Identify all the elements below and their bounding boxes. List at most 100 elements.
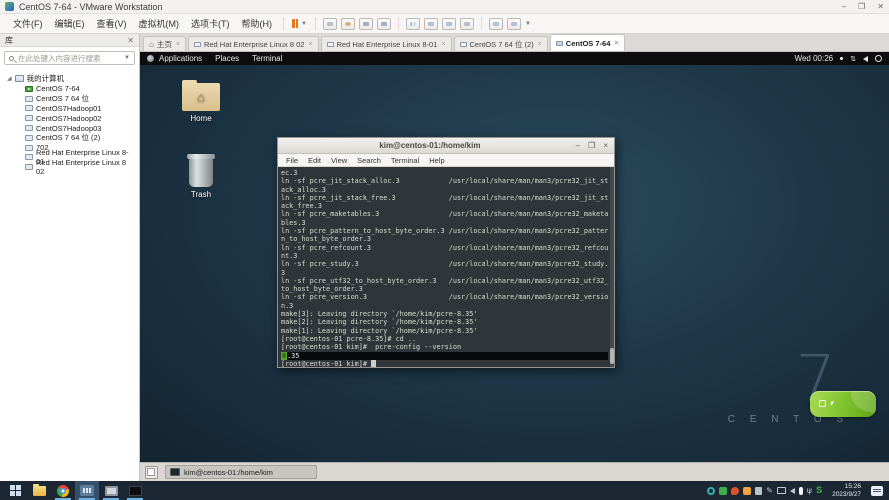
show-library-icon[interactable] xyxy=(406,18,420,30)
notification-toast[interactable] xyxy=(810,391,876,417)
menu-file[interactable]: 文件(F) xyxy=(7,17,49,30)
sidebar-item-centos7-64bit[interactable]: CentOS 7 64 位 xyxy=(3,94,136,104)
sidebar-item-hadoop02[interactable]: CentOS7Hadoop02 xyxy=(3,113,136,123)
remote-app-button[interactable] xyxy=(99,481,123,500)
tab-close-icon[interactable]: × xyxy=(176,41,180,48)
scrollbar-thumb[interactable] xyxy=(610,348,614,364)
library-search-input[interactable]: 在此处键入内容进行搜索 ▼ xyxy=(4,51,135,65)
taskbar-window-button[interactable]: kim@centos-01:/home/kim xyxy=(165,465,317,479)
desktop-icon-trash[interactable]: Trash xyxy=(165,157,237,199)
display-tray-icon[interactable] xyxy=(777,487,786,494)
notification-center-icon[interactable] xyxy=(871,486,883,496)
chrome-button[interactable] xyxy=(51,481,75,500)
tab-close-icon[interactable]: × xyxy=(308,41,312,48)
gnome-desktop[interactable]: Home Trash 7 C E N T O S xyxy=(140,65,889,462)
tab-close-icon[interactable]: × xyxy=(614,40,618,47)
tray-icon[interactable] xyxy=(743,487,751,495)
usb-tray-icon[interactable]: ψ xyxy=(807,487,812,495)
tray-icon[interactable] xyxy=(707,487,715,495)
terminal-minimize-button[interactable]: – xyxy=(576,141,580,150)
menu-tabs[interactable]: 选项卡(T) xyxy=(185,17,236,30)
menu-view[interactable]: 查看(V) xyxy=(91,17,133,30)
send-ctrl-alt-del-icon[interactable] xyxy=(323,18,337,30)
chevron-down-icon[interactable]: ▼ xyxy=(124,55,130,61)
terminal-menu-view[interactable]: View xyxy=(331,156,347,165)
tab-centos7-64bit-2[interactable]: CentOS 7 64 位 (2) × xyxy=(454,36,548,51)
tray-icon[interactable] xyxy=(731,487,739,495)
tab-home[interactable]: ⌂ 主页 × xyxy=(143,36,186,51)
file-explorer-button[interactable] xyxy=(27,481,51,500)
maximize-button[interactable]: ❐ xyxy=(858,2,865,11)
network-icon[interactable]: ⇅ xyxy=(850,55,856,63)
tray-icon[interactable]: S xyxy=(816,486,822,495)
collapse-icon[interactable]: ◢ xyxy=(7,75,12,82)
minimize-button[interactable]: – xyxy=(842,2,846,11)
clipboard-tray-icon[interactable] xyxy=(755,487,762,495)
volume-tray-icon[interactable] xyxy=(790,488,795,494)
vm-tab-bar: ⌂ 主页 × Red Hat Enterprise Linux 8 02 × R… xyxy=(140,34,889,52)
workspace-switcher-icon[interactable] xyxy=(145,466,158,479)
terminal-maximize-button[interactable]: ❒ xyxy=(588,141,595,150)
titlebar: CentOS 7-64 - VMware Workstation – ❐ ✕ xyxy=(0,0,889,14)
tree-root-my-computer[interactable]: ◢ 我的计算机 xyxy=(3,73,136,84)
snapshot-camera-icon[interactable] xyxy=(359,18,373,30)
menu-help[interactable]: 帮助(H) xyxy=(236,17,279,30)
vmware-taskbar-button[interactable] xyxy=(75,481,99,500)
tab-close-icon[interactable]: × xyxy=(538,41,542,48)
tray-icon[interactable] xyxy=(719,487,727,495)
display-settings-icon[interactable] xyxy=(507,18,521,30)
snapshot-clock-icon[interactable] xyxy=(341,18,355,30)
terminal-line: ln -sf pcre_refcount.3 /usr/local/share/… xyxy=(281,244,608,252)
close-button[interactable]: ✕ xyxy=(877,2,884,11)
microphone-tray-icon[interactable] xyxy=(799,487,803,495)
gnome-clock[interactable]: Wed 00:26 xyxy=(795,54,834,63)
terminal-line: to_host_byte_order.3 xyxy=(281,285,608,293)
sidebar-item-centos7-64bit-2[interactable]: CentOS 7 64 位 (2) xyxy=(3,133,136,143)
console-view-icon[interactable] xyxy=(489,18,503,30)
places-menu[interactable]: Places xyxy=(215,54,239,63)
volume-icon[interactable] xyxy=(863,56,868,62)
chevron-down-icon[interactable]: ▼ xyxy=(301,21,307,27)
terminal-line: n.3 xyxy=(281,302,608,310)
terminal-titlebar[interactable]: kim@centos-01:/home/kim – ❒ × xyxy=(278,138,614,154)
terminal-menu[interactable]: Terminal xyxy=(252,54,282,63)
console-app-button[interactable] xyxy=(123,481,147,500)
terminal-window[interactable]: kim@centos-01:/home/kim – ❒ × File Edit … xyxy=(277,137,615,368)
terminal-menu-edit[interactable]: Edit xyxy=(308,156,321,165)
home-folder-icon xyxy=(182,83,220,111)
tab-centos7-64-active[interactable]: CentOS 7-64 × xyxy=(550,34,625,51)
pause-vm-button[interactable]: ▼ xyxy=(289,19,310,28)
terminal-menu-search[interactable]: Search xyxy=(357,156,381,165)
tab-rhel8-01[interactable]: Red Hat Enterprise Linux 8-01 × xyxy=(321,36,452,51)
terminal-menu-terminal[interactable]: Terminal xyxy=(391,156,419,165)
vm-icon xyxy=(25,105,33,111)
terminal-menu-help[interactable]: Help xyxy=(429,156,444,165)
pen-tray-icon[interactable]: ✎ xyxy=(766,487,773,495)
desktop-icon-home[interactable]: Home xyxy=(165,83,237,123)
tab-rhel8-02[interactable]: Red Hat Enterprise Linux 8 02 × xyxy=(188,36,319,51)
sidebar-item-hadoop01[interactable]: CentOS7Hadoop01 xyxy=(3,104,136,114)
toast-icon xyxy=(819,400,826,407)
menu-edit[interactable]: 编辑(E) xyxy=(49,17,91,30)
library-close-icon[interactable]: ✕ xyxy=(127,36,134,45)
snapshot-manager-icon[interactable] xyxy=(377,18,391,30)
vmware-workstation-window: CentOS 7-64 - VMware Workstation – ❐ ✕ 文… xyxy=(0,0,889,500)
menu-vm[interactable]: 虚拟机(M) xyxy=(133,17,186,30)
terminal-close-button[interactable]: × xyxy=(603,141,608,150)
terminal-line: nt.3 xyxy=(281,252,608,260)
start-button[interactable] xyxy=(3,481,27,500)
terminal-menu-file[interactable]: File xyxy=(286,156,298,165)
unity-mode-icon[interactable] xyxy=(460,18,474,30)
taskbar-clock[interactable]: 15:26 2023/9/27 xyxy=(832,483,861,498)
sidebar-item-rhel8-02[interactable]: Red Hat Enterprise Linux 8 02 xyxy=(3,162,136,172)
applications-menu[interactable]: Applications xyxy=(159,54,202,63)
terminal-line: ack_alloc.3 xyxy=(281,186,608,194)
chevron-down-icon[interactable]: ▼ xyxy=(525,21,531,27)
power-icon[interactable] xyxy=(875,55,882,62)
fullscreen-icon[interactable] xyxy=(442,18,456,30)
thumbnail-bar-icon[interactable] xyxy=(424,18,438,30)
terminal-scrollbar[interactable] xyxy=(610,167,614,367)
terminal-output[interactable]: ec.3 ln -sf pcre_jit_stack_alloc.3 /usr/… xyxy=(278,167,614,367)
tab-close-icon[interactable]: × xyxy=(441,41,445,48)
applications-icon xyxy=(147,55,154,62)
